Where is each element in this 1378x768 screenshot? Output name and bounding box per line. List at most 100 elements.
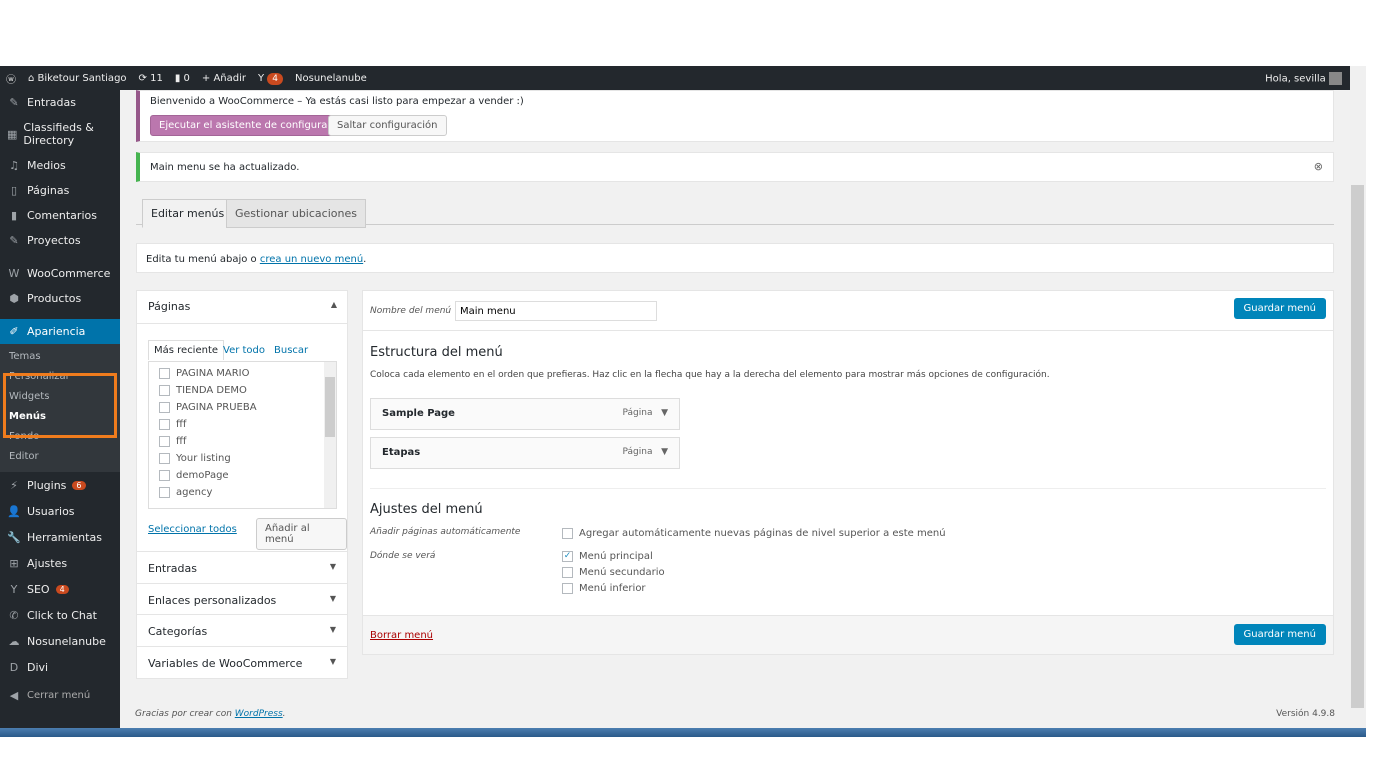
collapse-arrow-icon[interactable]: ▲ (331, 300, 337, 309)
edit-hint: Edita tu menú abajo o crea un nuevo menú… (136, 243, 1334, 273)
page-checkbox[interactable]: fff (159, 416, 326, 433)
sidebar-item[interactable]: ◀ Cerrar menú (0, 680, 120, 710)
expand-arrow-icon[interactable]: ▼ (661, 408, 668, 418)
accordion-section[interactable]: Categorías ▼ (137, 614, 347, 646)
save-menu-button-bottom[interactable]: Guardar menú (1233, 624, 1326, 645)
location-checkbox[interactable]: ✓ Menú principal (562, 548, 862, 564)
updated-notice: Main menu se ha actualizado. ⊗ (136, 152, 1334, 182)
submenu-item[interactable]: Editor (0, 448, 120, 468)
page-checkbox[interactable]: agency (159, 484, 326, 501)
footer-thanks: Gracias por crear con WordPress. (135, 709, 286, 719)
tab-manage-locations[interactable]: Gestionar ubicaciones (226, 199, 366, 228)
accordion-section[interactable]: Variables de WooCommerce ▼ (137, 645, 347, 678)
menu-item[interactable]: Sample Page Página ▼ (370, 398, 680, 430)
submenu-item[interactable]: Temas (0, 348, 120, 368)
structure-heading: Estructura del menú (370, 345, 503, 360)
media-icon: ♫ (9, 159, 19, 172)
sidebar-item[interactable]: ✎ Proyectos (0, 228, 120, 253)
save-menu-button[interactable]: Guardar menú (1233, 298, 1326, 319)
sidebar-item-label: SEO (27, 582, 50, 596)
sidebar-item[interactable]: ✎ Entradas (0, 90, 120, 115)
pages-heading[interactable]: Páginas (148, 300, 190, 313)
menu-icon: ◀ (9, 688, 19, 702)
sidebar-item[interactable]: ☁ Nosunelanube (0, 628, 120, 654)
location-label: Menú principal (579, 550, 653, 562)
wordpress-logo-icon[interactable]: ⓦ (6, 71, 16, 86)
menu-footer: Borrar menú Guardar menú (362, 615, 1334, 655)
sidebar-item[interactable]: ▯ Páginas (0, 178, 120, 203)
version-text: Versión 4.9.8 (1276, 709, 1335, 719)
dismiss-icon[interactable]: ⊗ (1314, 160, 1323, 173)
add-to-menu-button[interactable]: Añadir al menú (256, 518, 347, 550)
accordion-section[interactable]: Enlaces personalizados ▼ (137, 582, 347, 615)
sidebar-item[interactable]: D Divi (0, 654, 120, 680)
pin-icon: ✎ (9, 234, 19, 247)
wordpress-link[interactable]: WordPress (235, 709, 283, 719)
sidebar-item[interactable]: ▦ Classifieds & Directory (0, 115, 120, 153)
add-new-link[interactable]: + Añadir (202, 73, 246, 84)
sidebar-item[interactable]: ⊞ Ajustes (0, 550, 120, 576)
yoast-link[interactable]: Y 4 (258, 72, 284, 85)
sidebar-item-label: Entradas (27, 96, 76, 109)
sidebar-item[interactable]: ▮ Comentarios (0, 203, 120, 228)
create-menu-link[interactable]: crea un nuevo menú (260, 254, 363, 265)
location-checkbox[interactable]: Menú inferior (562, 580, 862, 596)
scrollbar-thumb[interactable] (1351, 185, 1364, 708)
sidebar-item[interactable]: ⚡ Plugins 6 (0, 472, 120, 498)
account-link[interactable]: Hola, sevilla (1265, 71, 1342, 85)
sidebar-item[interactable]: ⬢ Productos (0, 286, 120, 311)
sidebar-item[interactable]: 👤 Usuarios (0, 498, 120, 524)
sidebar-item-label: Cerrar menú (27, 689, 91, 701)
sidebar-item-label: Usuarios (27, 504, 75, 518)
run-setup-button[interactable]: Ejecutar el asistente de configuración (150, 115, 358, 136)
page-checkbox[interactable]: demoPage (159, 467, 326, 484)
sidebar-item-label: Classifieds & Directory (23, 121, 94, 147)
page-checkbox[interactable]: PAGINA MARIO (159, 365, 326, 382)
page-checkbox[interactable]: Your listing (159, 450, 326, 467)
sidebar-item[interactable]: ✆ Click to Chat (0, 602, 120, 628)
menu-item[interactable]: Etapas Página ▼ (370, 437, 680, 469)
expand-arrow-icon[interactable]: ▼ (661, 447, 668, 457)
accordion-section[interactable]: Entradas ▼ (137, 551, 347, 583)
tab-view-all[interactable]: Ver todo (223, 345, 265, 356)
menu-name-label: Nombre del menú (370, 306, 452, 316)
location-label: Menú inferior (579, 582, 646, 594)
tab-search[interactable]: Buscar (274, 345, 308, 356)
auto-add-label: Añadir páginas automáticamente (370, 527, 521, 537)
page-checkbox[interactable]: TIENDA DEMO (159, 382, 326, 399)
menu-name-input[interactable] (455, 301, 657, 321)
sidebar-item-label: Páginas (27, 184, 70, 197)
tab-most-recent[interactable]: Más reciente (148, 340, 225, 360)
expand-arrow-icon: ▼ (329, 593, 336, 603)
notice-text: Main menu se ha actualizado. (150, 162, 300, 173)
page-checkbox[interactable]: PAGINA PRUEBA (159, 399, 326, 416)
list-scrollbar[interactable] (324, 362, 336, 508)
sidebar-item[interactable]: Y SEO 4 (0, 576, 120, 602)
updates-link[interactable]: ⟳ 11 (139, 73, 163, 84)
page-label: TIENDA DEMO (176, 385, 247, 396)
user-site-link[interactable]: Nosunelanube (295, 73, 367, 84)
sidebar-item[interactable]: ✐ Apariencia (0, 319, 120, 344)
add-items-panel: Páginas ▲ Más reciente Ver todo Buscar P… (136, 290, 348, 679)
accordion-title: Enlaces personalizados (148, 593, 277, 607)
site-name-link[interactable]: ⌂ Biketour Santiago (28, 73, 127, 84)
menu-editor: Nombre del menú Guardar menú Estructura … (362, 290, 1334, 645)
sidebar-item[interactable]: W WooCommerce (0, 261, 120, 286)
notice-text: Bienvenido a WooCommerce – Ya estás casi… (150, 96, 524, 107)
comments-link[interactable]: ▮ 0 (175, 73, 190, 84)
select-all-link[interactable]: Seleccionar todos (148, 524, 237, 535)
locations-label: Dónde se verá (370, 551, 436, 561)
auto-add-checkbox[interactable]: Agregar automáticamente nuevas páginas d… (562, 524, 946, 542)
location-checkbox[interactable]: Menú secundario (562, 564, 862, 580)
page-checkbox[interactable]: fff (159, 433, 326, 450)
tab-edit-menus[interactable]: Editar menús (142, 199, 234, 228)
delete-menu-link[interactable]: Borrar menú (370, 630, 433, 641)
menu-item-title: Etapas (382, 447, 421, 458)
sidebar-item[interactable]: ♫ Medios (0, 153, 120, 178)
thanks-text: Gracias por crear con (135, 709, 235, 719)
skip-setup-button[interactable]: Saltar configuración (328, 115, 447, 136)
main-content: Bienvenido a WooCommerce – Ya estás casi… (120, 90, 1350, 728)
comments-count: 0 (183, 72, 190, 84)
menu-icon: D (9, 660, 19, 674)
sidebar-item[interactable]: 🔧 Herramientas (0, 524, 120, 550)
